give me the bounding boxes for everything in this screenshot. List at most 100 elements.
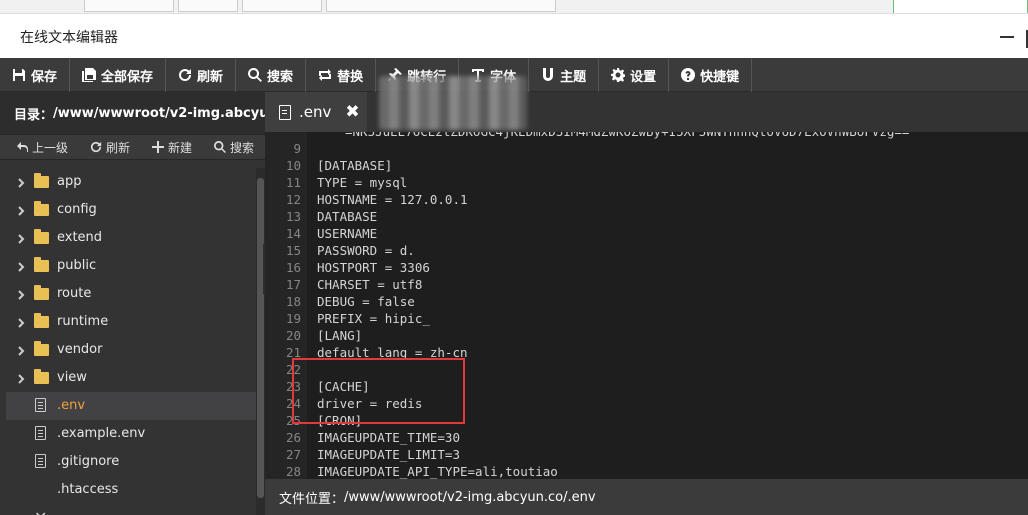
code-line-text: [CRON]: [317, 413, 363, 428]
code-line-text: HOSTPORT = 3306: [317, 260, 430, 275]
tree-folder-app[interactable]: app: [0, 168, 256, 196]
tree-folder-extend[interactable]: extend: [0, 224, 256, 252]
shortcuts-label: 快捷键: [700, 69, 740, 85]
code-line: 9: [265, 140, 1028, 157]
code-line: 18 DEBUG = false: [265, 293, 1028, 310]
refresh-icon: [178, 68, 192, 82]
tree-folder-view[interactable]: view: [0, 364, 256, 392]
save-button[interactable]: 保存: [0, 58, 71, 92]
folder-icon: [34, 369, 49, 384]
tree-item-label: extend: [57, 230, 103, 245]
code-line: 10 [DATABASE]: [265, 157, 1028, 174]
sidebar-scrollbar[interactable]: [256, 168, 265, 515]
code-line-text: USERNAME: [317, 226, 378, 241]
refresh-label: 刷新: [197, 69, 224, 85]
code-line: 14 USERNAME: [265, 225, 1028, 242]
tree-file-htaccess[interactable]: .htaccess: [0, 476, 256, 504]
code-line-text: HOSTNAME = 127.0.0.1: [317, 192, 468, 207]
settings-button[interactable]: 设置: [599, 58, 670, 92]
tree-file-gitignore[interactable]: .gitignore: [0, 448, 256, 476]
sidebar-actions: 上一级 刷新 新建 搜索: [0, 134, 265, 160]
settings-label: 设置: [630, 69, 657, 85]
code-line: 28 IMAGEUPDATE_API_TYPE=ali,toutiao: [265, 463, 1028, 479]
tree-item-label: public: [57, 258, 97, 273]
minimize-button[interactable]: [1000, 36, 1014, 38]
chevron-right-icon[interactable]: [16, 205, 26, 216]
tree-file-example-env[interactable]: .example.env: [0, 420, 256, 448]
replace-button[interactable]: 替换: [306, 58, 377, 92]
code-line-text: =NK5JuEE7oCE2tZDKoGC4jKEDmxD3IM4MdZwKoZw…: [345, 132, 909, 140]
file-icon: [279, 104, 291, 120]
folder-icon: [34, 341, 49, 356]
chevron-right-icon[interactable]: [16, 233, 26, 244]
browser-crumb: [178, 0, 238, 12]
level-up-button[interactable]: 上一级: [16, 139, 68, 156]
code-line-text: driver = redis: [317, 396, 423, 411]
tab-label: .env: [299, 103, 332, 121]
tree-folder-config[interactable]: config: [0, 196, 256, 224]
directory-path: 目录： /www/wwwroot/v2-img.abcyun.co: [0, 92, 265, 134]
tree-folder-vendor[interactable]: vendor: [0, 336, 256, 364]
code-line-text: TYPE = mysql: [317, 175, 408, 190]
tree-item-label: .htaccess: [57, 482, 119, 497]
code-line-text: DATABASE: [317, 209, 378, 224]
line-number: 11: [285, 175, 301, 190]
code-line-text: DEBUG = false: [317, 294, 415, 309]
tree-folder-route[interactable]: route: [0, 280, 256, 308]
close-tab-icon[interactable]: ✖: [345, 102, 359, 122]
tree-file-env[interactable]: .env: [6, 392, 256, 420]
search-icon: [214, 141, 226, 153]
save-label: 保存: [31, 69, 58, 85]
code-line: 22: [265, 361, 1028, 378]
folder-icon: [34, 229, 49, 244]
sidebar-refresh-button[interactable]: 刷新: [90, 139, 130, 156]
line-number: 12: [285, 192, 301, 207]
line-number: 9: [293, 141, 301, 156]
code-line: 17 CHARSET = utf8: [265, 276, 1028, 293]
chevron-right-icon[interactable]: [16, 345, 26, 356]
tab-env[interactable]: .env ✖: [265, 92, 367, 132]
chevron-right-icon[interactable]: [16, 261, 26, 272]
code-line: 15 PASSWORD = d.: [265, 242, 1028, 259]
tree-item-partial[interactable]: ✕: [0, 504, 256, 515]
refresh-button[interactable]: 刷新: [166, 58, 237, 92]
browser-crumb: [84, 0, 174, 12]
tree-item-label: runtime: [57, 314, 109, 329]
tree-folder-runtime[interactable]: runtime: [0, 308, 256, 336]
folder-icon: [34, 257, 49, 272]
chevron-right-icon[interactable]: [16, 373, 26, 384]
file-icon: [35, 398, 46, 412]
gear-icon: [611, 68, 626, 82]
code-line-text: IMAGEUPDATE_TIME=30: [317, 430, 460, 445]
line-number: 13: [285, 209, 301, 224]
save-icon: [12, 68, 26, 82]
file-location-path: /www/wwwroot/v2-img.abcyun.co/.env: [344, 489, 596, 505]
code-line: 20 [LANG]: [265, 327, 1028, 344]
new-file-button[interactable]: 新建: [152, 139, 192, 156]
sidebar-search-label: 搜索: [230, 140, 255, 155]
code-line: 24 driver = redis: [265, 395, 1028, 412]
sidebar-search-button[interactable]: 搜索: [214, 139, 254, 156]
code-editor[interactable]: =NK5JuEE7oCE2tZDKoGC4jKEDmxD3IM4MdZwKoZw…: [265, 132, 1028, 479]
scrollbar-thumb[interactable]: [257, 178, 264, 498]
search-label: 搜索: [267, 69, 294, 85]
line-number: 21: [285, 345, 301, 360]
browser-green-box: [893, 0, 1028, 13]
search-button[interactable]: 搜索: [236, 58, 307, 92]
line-number: 19: [285, 311, 301, 326]
chevron-right-icon[interactable]: [16, 317, 26, 328]
plus-icon: [152, 141, 165, 153]
theme-button[interactable]: 主题: [529, 58, 600, 92]
save-all-button[interactable]: 全部保存: [70, 58, 167, 92]
shortcuts-button[interactable]: 快捷键: [669, 58, 753, 92]
chevron-right-icon[interactable]: [16, 289, 26, 300]
line-number: 20: [285, 328, 301, 343]
new-file-label: 新建: [168, 140, 193, 155]
chevron-right-icon[interactable]: [16, 177, 26, 188]
tree-folder-public[interactable]: public: [0, 252, 256, 280]
tree-item-label: route: [57, 286, 92, 301]
redacted-blur: [379, 76, 527, 130]
code-line: 12 HOSTNAME = 127.0.0.1: [265, 191, 1028, 208]
code-line-text: CHARSET = utf8: [317, 277, 423, 292]
line-number: 23: [285, 379, 301, 394]
